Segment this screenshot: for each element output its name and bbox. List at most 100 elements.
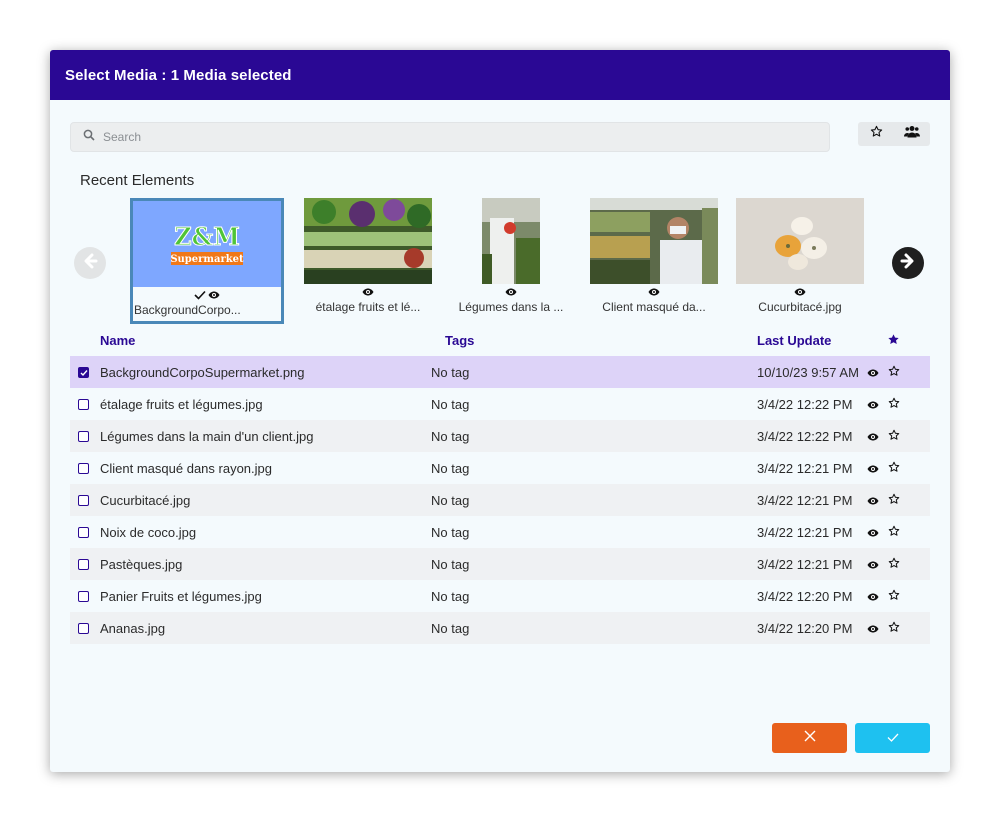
row-name: Noix de coco.jpg <box>100 525 197 540</box>
table-row[interactable]: Pastèques.jpg No tag 3/4/22 12:21 PM <box>70 548 930 580</box>
thumbnail-image <box>590 198 718 284</box>
carousel-prev-button[interactable] <box>74 247 106 279</box>
column-header-tags[interactable]: Tags <box>445 333 474 348</box>
column-header-last-update[interactable]: Last Update <box>757 333 831 348</box>
table-row[interactable]: Client masqué dans rayon.jpg No tag 3/4/22… <box>70 452 930 484</box>
row-tags: No tag <box>431 525 470 540</box>
row-checkbox[interactable] <box>78 495 89 506</box>
favorite-column-icon[interactable] <box>887 333 900 349</box>
star-outline-icon[interactable] <box>888 365 900 380</box>
star-outline-icon[interactable] <box>888 589 900 604</box>
row-last-update: 3/4/22 12:20 PM <box>757 589 853 604</box>
eye-icon[interactable] <box>867 430 879 445</box>
row-tags: No tag <box>431 621 470 636</box>
recent-item-caption: Client masqué da... <box>602 300 706 314</box>
recent-item-caption: étalage fruits et lé... <box>315 300 421 314</box>
star-outline-icon <box>870 125 883 143</box>
row-last-update: 3/4/22 12:21 PM <box>757 493 853 508</box>
row-last-update: 3/4/22 12:21 PM <box>757 461 853 476</box>
eye-icon[interactable] <box>867 366 879 381</box>
row-name: BackgroundCorpoSupermarket.png <box>100 365 305 380</box>
table-header: Name Tags Last Update <box>70 330 930 352</box>
eye-icon[interactable] <box>867 526 879 541</box>
recent-item-caption: Cucurbitacé.jpg <box>758 300 842 314</box>
recent-item[interactable]: Client masqué da... <box>577 198 731 324</box>
eye-icon[interactable] <box>648 287 660 299</box>
row-checkbox[interactable] <box>78 559 89 570</box>
row-checkbox[interactable] <box>78 399 89 410</box>
recent-item[interactable]: Légumes dans la ... <box>434 198 588 324</box>
table-row[interactable]: étalage fruits et légumes.jpg No tag 3/4/2… <box>70 388 930 420</box>
logo-subtext: Supermarket <box>170 254 244 265</box>
star-outline-icon[interactable] <box>888 525 900 540</box>
eye-icon[interactable] <box>867 590 879 605</box>
row-name: Client masqué dans rayon.jpg <box>100 461 272 476</box>
row-name: Cucurbitacé.jpg <box>100 493 191 508</box>
eye-icon[interactable] <box>867 462 879 477</box>
eye-icon[interactable] <box>867 622 879 637</box>
star-outline-icon[interactable] <box>888 557 900 572</box>
thumbnail-image <box>482 198 540 284</box>
row-last-update: 3/4/22 12:22 PM <box>757 397 853 412</box>
eye-icon[interactable] <box>794 287 806 299</box>
recent-item[interactable]: Z&M Supermarket BackgroundCorpo... <box>130 198 284 324</box>
star-outline-icon[interactable] <box>888 621 900 636</box>
check-icon <box>194 290 206 302</box>
search-box[interactable] <box>70 122 830 152</box>
table-row[interactable]: Noix de coco.jpg No tag 3/4/22 12:21 PM <box>70 516 930 548</box>
recent-item[interactable]: Cucurbitacé.jpg <box>723 198 877 324</box>
dialog-title: Select Media : 1 Media selected <box>50 50 950 100</box>
star-outline-icon[interactable] <box>888 397 900 412</box>
eye-icon[interactable] <box>867 494 879 509</box>
search-input[interactable] <box>101 129 805 145</box>
recent-elements-title: Recent Elements <box>80 172 195 189</box>
row-tags: No tag <box>431 589 470 604</box>
row-checkbox[interactable] <box>78 591 89 602</box>
row-checkbox[interactable] <box>78 367 89 378</box>
confirm-button[interactable] <box>855 723 930 753</box>
row-tags: No tag <box>431 397 470 412</box>
table-row[interactable]: Panier Fruits et légumes.jpg No tag 3/4/22… <box>70 580 930 612</box>
row-last-update: 3/4/22 12:21 PM <box>757 557 853 572</box>
table-row[interactable]: Légumes dans la main d'un client.jpg No t… <box>70 420 930 452</box>
recent-item-caption: Légumes dans la ... <box>458 300 564 314</box>
row-last-update: 3/4/22 12:21 PM <box>757 525 853 540</box>
row-last-update: 10/10/23 9:57 AM <box>757 365 859 380</box>
row-tags: No tag <box>431 429 470 444</box>
media-table: BackgroundCorpoSupermarket.png No tag 10/1… <box>70 356 930 644</box>
eye-icon[interactable] <box>208 290 220 302</box>
column-header-name[interactable]: Name <box>100 333 135 348</box>
check-icon <box>887 729 899 747</box>
eye-icon[interactable] <box>505 287 517 299</box>
row-name: Pastèques.jpg <box>100 557 183 572</box>
eye-icon[interactable] <box>867 558 879 573</box>
eye-icon[interactable] <box>867 398 879 413</box>
favorites-filter-button[interactable] <box>864 122 888 146</box>
row-name: Légumes dans la main d'un client.jpg <box>100 429 314 444</box>
row-checkbox[interactable] <box>78 463 89 474</box>
row-tags: No tag <box>431 461 470 476</box>
shared-filter-button[interactable] <box>900 122 924 146</box>
table-row[interactable]: Cucurbitacé.jpg No tag 3/4/22 12:21 PM <box>70 484 930 516</box>
row-checkbox[interactable] <box>78 623 89 634</box>
close-icon <box>804 729 816 747</box>
arrow-right-icon <box>899 252 917 275</box>
eye-icon[interactable] <box>362 287 374 299</box>
table-row[interactable]: Ananas.jpg No tag 3/4/22 12:20 PM <box>70 612 930 644</box>
thumbnail-image <box>304 198 432 284</box>
table-row[interactable]: BackgroundCorpoSupermarket.png No tag 10/1… <box>70 356 930 388</box>
row-name: Ananas.jpg <box>100 621 166 636</box>
row-name: étalage fruits et légumes.jpg <box>100 397 263 412</box>
recent-item[interactable]: étalage fruits et lé... <box>291 198 445 324</box>
row-name: Panier Fruits et légumes.jpg <box>100 589 262 604</box>
star-outline-icon[interactable] <box>888 493 900 508</box>
users-icon <box>904 125 920 143</box>
filter-toolbar <box>858 122 930 146</box>
carousel-next-button[interactable] <box>892 247 924 279</box>
star-outline-icon[interactable] <box>888 461 900 476</box>
row-checkbox[interactable] <box>78 527 89 538</box>
star-outline-icon[interactable] <box>888 429 900 444</box>
select-media-dialog: Select Media : 1 Media selected Recent E… <box>50 50 950 772</box>
cancel-button[interactable] <box>772 723 847 753</box>
row-checkbox[interactable] <box>78 431 89 442</box>
